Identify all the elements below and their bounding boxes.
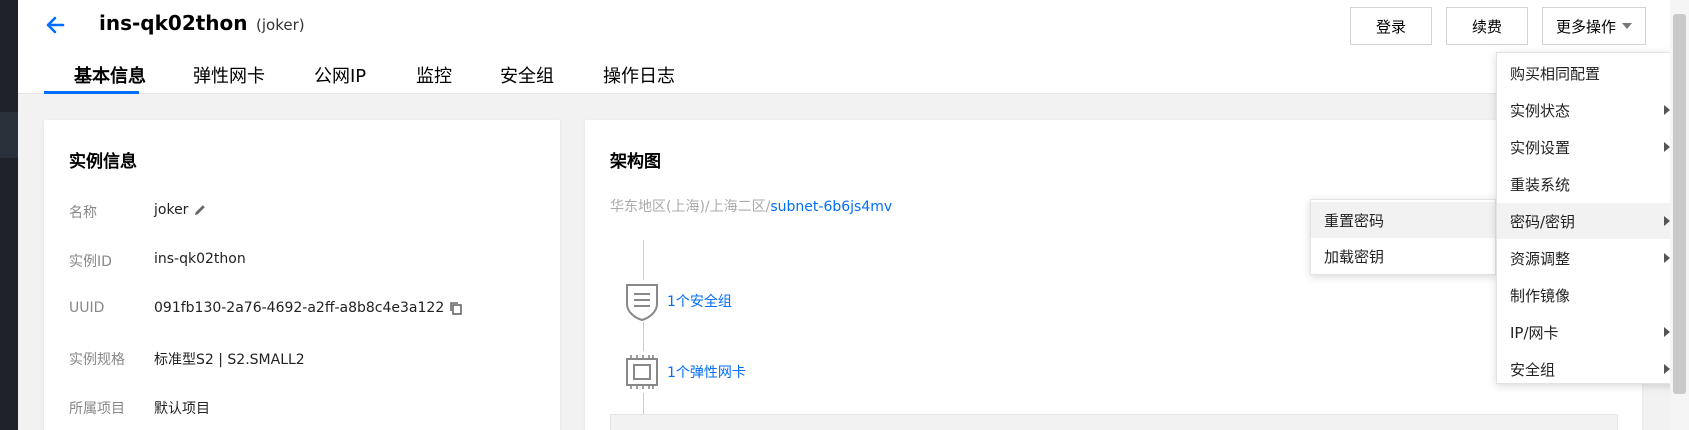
menu-item-label: 资源调整 <box>1510 249 1571 268</box>
more-actions-button[interactable]: 更多操作 <box>1542 7 1646 45</box>
tab-operation-log[interactable]: 操作日志 <box>603 62 675 94</box>
tab-elastic-nic[interactable]: 弹性网卡 <box>193 62 265 94</box>
info-value: ins-qk02thon <box>154 251 246 267</box>
left-nav-active-marker <box>0 112 18 158</box>
tab-basic-info[interactable]: 基本信息 <box>74 62 146 94</box>
menu-item-resource-adjust[interactable]: 资源调整 <box>1497 240 1682 276</box>
menu-item-label: 实例状态 <box>1510 101 1571 120</box>
info-label: UUID <box>69 300 105 316</box>
menu-item-label: 实例设置 <box>1510 138 1571 157</box>
caret-down-icon <box>1622 23 1632 29</box>
info-label: 名称 <box>69 205 97 221</box>
info-value: 标准型S2 | S2.SMALL2 <box>154 352 305 368</box>
region-breadcrumb: 华东地区(上海)/上海二区/subnet-6b6js4mv <box>610 196 892 216</box>
menu-item-label: 安全组 <box>1510 360 1556 379</box>
menu-item-password-key[interactable]: 密码/密钥 <box>1497 203 1682 239</box>
info-label: 实例规格 <box>69 352 125 368</box>
menu-item-load-key[interactable]: 加载密钥 <box>1311 238 1495 274</box>
page-scrollbar[interactable] <box>1670 0 1689 430</box>
subnet-link[interactable]: subnet-6b6js4mv <box>770 199 892 215</box>
tab-public-ip[interactable]: 公网IP <box>314 62 366 94</box>
login-button[interactable]: 登录 <box>1350 7 1432 45</box>
copy-icon[interactable] <box>448 300 464 316</box>
menu-item-buy-same-config[interactable]: 购买相同配置 <box>1497 55 1682 91</box>
info-label: 所属项目 <box>69 401 125 417</box>
menu-item-label: IP/网卡 <box>1510 323 1559 342</box>
menu-item-label: 加载密钥 <box>1324 247 1385 266</box>
info-value: 091fb130-2a76-4692-a2ff-a8b8c4e3a122 <box>154 300 464 316</box>
elastic-nic-link[interactable]: 1个弹性网卡 <box>667 362 746 382</box>
menu-item-label: 购买相同配置 <box>1510 64 1601 83</box>
renew-button[interactable]: 续费 <box>1446 7 1528 45</box>
menu-item-reset-password[interactable]: 重置密码 <box>1311 202 1495 238</box>
instance-info-card: 实例信息 名称 joker 实例ID ins-qk02thon UUID 091… <box>44 120 560 430</box>
menu-item-create-image[interactable]: 制作镜像 <box>1497 277 1682 313</box>
info-label: 实例ID <box>69 254 112 270</box>
menu-item-instance-state[interactable]: 实例状态 <box>1497 92 1682 128</box>
menu-item-label: 制作镜像 <box>1510 286 1571 305</box>
info-value: joker <box>154 202 208 218</box>
shield-icon <box>623 280 661 322</box>
scrollbar-thumb[interactable] <box>1673 14 1686 394</box>
left-nav-strip <box>0 0 18 430</box>
menu-item-label: 重置密码 <box>1324 211 1385 230</box>
elastic-nic-node: 1个弹性网卡 <box>623 351 746 393</box>
menu-item-label: 重装系统 <box>1510 175 1571 194</box>
name-value: joker <box>154 202 189 218</box>
edit-pencil-icon[interactable] <box>192 202 208 218</box>
architecture-card: 架构图 华东地区(上海)/上海二区/subnet-6b6js4mv 1个安全组 … <box>585 120 1642 430</box>
uuid-value: 091fb130-2a76-4692-a2ff-a8b8c4e3a122 <box>154 300 445 316</box>
architecture-connector-line <box>643 240 644 430</box>
menu-item-instance-settings[interactable]: 实例设置 <box>1497 129 1682 165</box>
instance-info-title: 实例信息 <box>69 152 137 172</box>
tab-monitoring[interactable]: 监控 <box>416 62 452 94</box>
menu-item-reinstall-system[interactable]: 重装系统 <box>1497 166 1682 202</box>
menu-item-label: 密码/密钥 <box>1510 212 1576 231</box>
instance-alias: (joker) <box>256 16 305 34</box>
architecture-lower-panel <box>610 414 1618 430</box>
renew-button-label: 续费 <box>1471 17 1502 36</box>
back-arrow-icon[interactable] <box>38 8 72 42</box>
menu-item-ip-nic[interactable]: IP/网卡 <box>1497 314 1682 350</box>
password-submenu: 重置密码 加载密钥 <box>1310 199 1496 275</box>
login-button-label: 登录 <box>1375 17 1406 36</box>
tab-security-group[interactable]: 安全组 <box>500 62 554 94</box>
architecture-title: 架构图 <box>610 152 661 172</box>
more-actions-label: 更多操作 <box>1555 17 1616 36</box>
region-path: 华东地区(上海)/上海二区/ <box>610 199 771 215</box>
network-card-icon <box>623 351 661 393</box>
menu-item-security-group[interactable]: 安全组 <box>1497 351 1682 387</box>
instance-title: ins-qk02thon <box>99 11 248 35</box>
more-actions-menu: 购买相同配置 实例状态 实例设置 重装系统 密码/密钥 资源调整 制作镜像 IP… <box>1496 52 1683 384</box>
security-group-node: 1个安全组 <box>623 280 732 322</box>
active-tab-underline <box>44 91 139 94</box>
info-value: 默认项目 <box>154 401 210 417</box>
page-header: ins-qk02thon (joker) 登录 续费 更多操作 基本信息 弹性网… <box>18 0 1670 94</box>
security-group-link[interactable]: 1个安全组 <box>667 291 732 311</box>
